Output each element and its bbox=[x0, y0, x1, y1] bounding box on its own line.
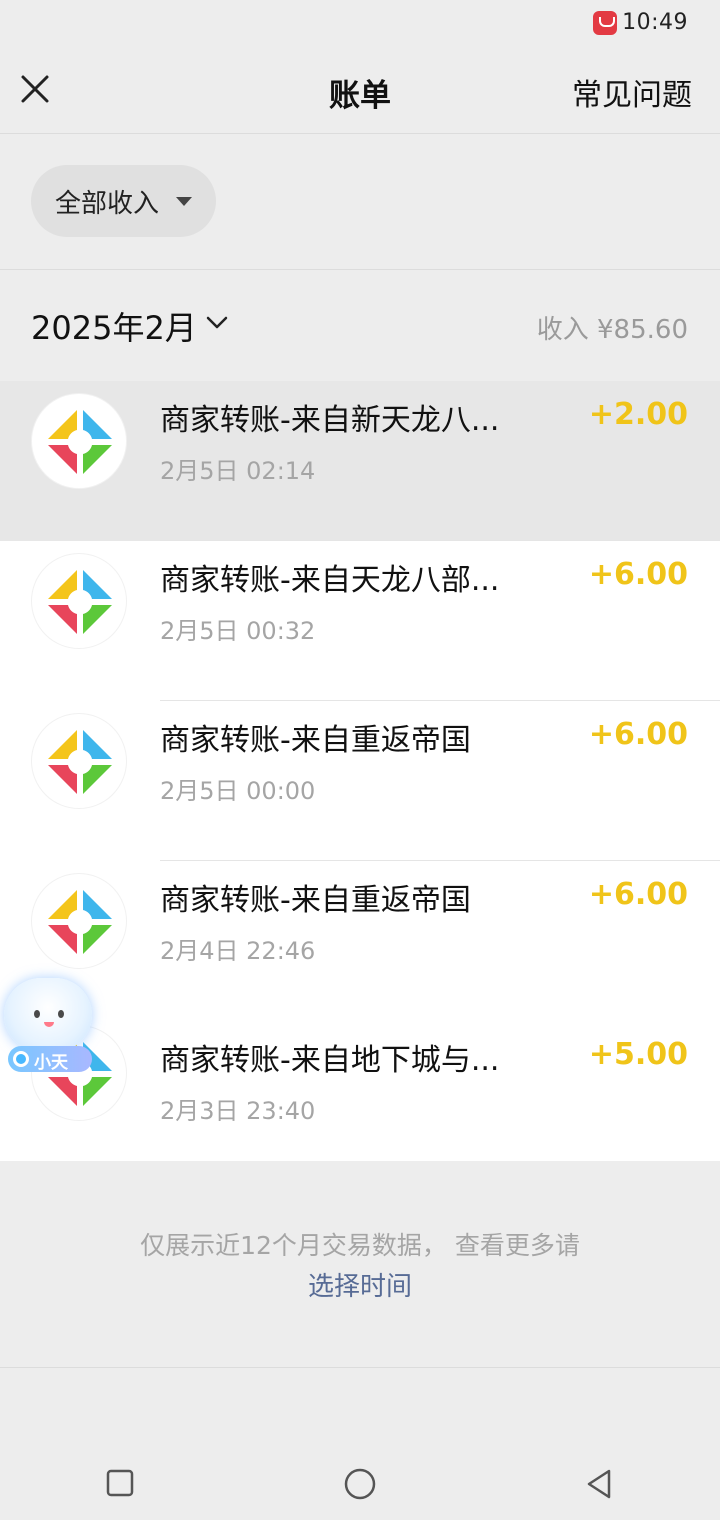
list-item[interactable]: 商家转账-来自地下城与... 2月3日 23:40 +5.00 bbox=[0, 1001, 720, 1161]
income-summary: 收入 ¥85.60 bbox=[536, 315, 688, 345]
notice-text: 仅展示近12个月交易数据， 查看更多请 bbox=[140, 1231, 580, 1260]
month-selector[interactable]: 2025年2月 bbox=[31, 303, 197, 349]
filter-dropdown[interactable]: 全部收入 bbox=[31, 165, 216, 237]
assistant-dot-icon bbox=[13, 1051, 29, 1067]
assistant-floating-button[interactable]: 小天 bbox=[2, 978, 96, 1076]
list-item[interactable]: 商家转账-来自重返帝国 2月4日 22:46 +6.00 bbox=[0, 861, 720, 1021]
assistant-label: 小天 bbox=[34, 1053, 68, 1073]
data-range-notice: 仅展示近12个月交易数据， 查看更多请 选择时间 bbox=[0, 1162, 720, 1368]
list-item[interactable]: 商家转账-来自新天龙八... 2月5日 02:14 +2.00 bbox=[0, 381, 720, 541]
home-circle-icon[interactable] bbox=[343, 1467, 377, 1501]
transaction-title: 商家转账-来自新天龙八... bbox=[160, 403, 500, 438]
transaction-time: 2月5日 02:14 bbox=[160, 457, 316, 485]
transaction-amount: +6.00 bbox=[588, 717, 688, 752]
app-notification-icon bbox=[593, 11, 617, 35]
divider bbox=[160, 540, 720, 541]
list-item[interactable]: 商家转账-来自重返帝国 2月5日 00:00 +6.00 bbox=[0, 701, 720, 861]
caret-down-icon bbox=[176, 197, 192, 206]
transaction-title: 商家转账-来自重返帝国 bbox=[160, 883, 471, 918]
transaction-title: 商家转账-来自地下城与... bbox=[160, 1043, 500, 1078]
transaction-title: 商家转账-来自重返帝国 bbox=[160, 723, 471, 758]
list-item[interactable]: 商家转账-来自天龙八部... 2月5日 00:32 +6.00 bbox=[0, 540, 720, 701]
faq-link[interactable]: 常见问题 bbox=[572, 70, 692, 114]
transaction-time: 2月5日 00:00 bbox=[160, 777, 316, 805]
status-bar: 10:49 bbox=[0, 0, 720, 48]
merchant-logo-icon bbox=[31, 553, 127, 649]
transaction-title: 商家转账-来自天龙八部... bbox=[160, 563, 500, 598]
merchant-logo-icon bbox=[31, 393, 127, 489]
mascot-mouth bbox=[44, 1022, 54, 1027]
assistant-mascot-icon bbox=[4, 978, 92, 1052]
mascot-eye bbox=[58, 1010, 64, 1018]
filter-area: 全部收入 bbox=[0, 135, 720, 270]
header: 账单 常见问题 bbox=[0, 48, 720, 134]
month-bar: 2025年2月 收入 ¥85.60 bbox=[0, 271, 720, 381]
recents-square-icon[interactable] bbox=[105, 1468, 135, 1498]
transaction-amount: +5.00 bbox=[588, 1037, 688, 1072]
transaction-amount: +6.00 bbox=[588, 877, 688, 912]
assistant-badge: 小天 bbox=[8, 1046, 92, 1073]
transaction-amount: +2.00 bbox=[588, 397, 688, 432]
select-time-link[interactable]: 选择时间 bbox=[0, 1266, 720, 1303]
chevron-down-icon[interactable] bbox=[205, 311, 229, 335]
status-time: 10:49 bbox=[622, 10, 688, 35]
system-nav-bar bbox=[0, 1369, 720, 1520]
merchant-logo-icon bbox=[31, 873, 127, 969]
mascot-eye bbox=[34, 1010, 40, 1018]
transaction-list: 商家转账-来自新天龙八... 2月5日 02:14 +2.00 商家转账-来自天… bbox=[0, 381, 720, 1161]
merchant-logo-icon bbox=[31, 713, 127, 809]
transaction-time: 2月5日 00:32 bbox=[160, 617, 316, 645]
back-triangle-icon[interactable] bbox=[583, 1467, 615, 1501]
transaction-time: 2月4日 22:46 bbox=[160, 937, 316, 965]
transaction-time: 2月3日 23:40 bbox=[160, 1097, 316, 1125]
transaction-amount: +6.00 bbox=[588, 557, 688, 592]
filter-label: 全部收入 bbox=[55, 189, 160, 219]
